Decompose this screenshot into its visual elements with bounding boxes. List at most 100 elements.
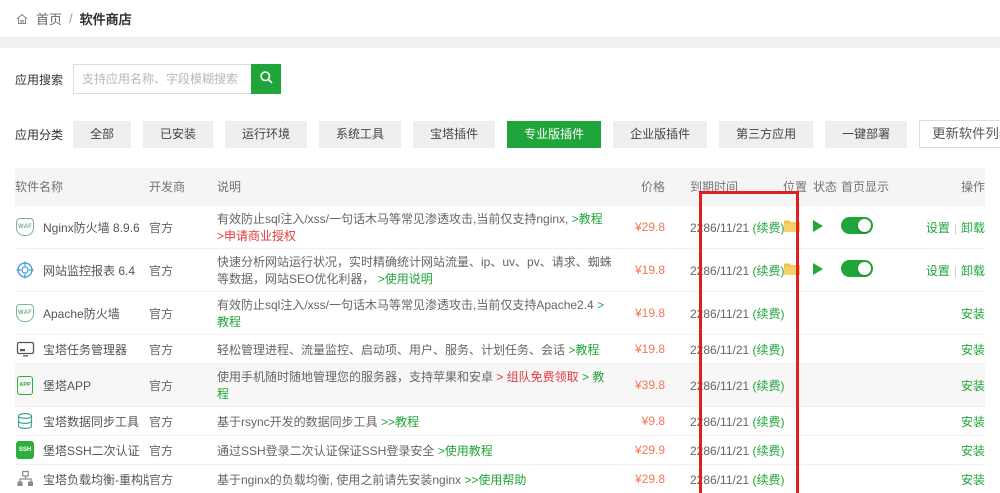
install-link[interactable]: 安装	[961, 379, 985, 393]
expire-date-cell: 2286/11/21 (续费)	[673, 292, 783, 335]
search-label: 应用搜索	[15, 71, 73, 88]
software-name: 宝塔数据同步工具	[43, 413, 139, 430]
description-text: 有效防止sql注入/xss/一句话木马等常见渗透攻击,当前仅支持Apache2.…	[217, 298, 597, 312]
install-link[interactable]: 安装	[961, 415, 985, 429]
software-name: 宝塔负载均衡-重构版	[43, 471, 149, 488]
category-button-2[interactable]: 运行环境	[225, 121, 307, 148]
breadcrumb-separator: /	[69, 11, 73, 26]
install-link[interactable]: 安装	[961, 307, 985, 321]
header-location: 位置	[783, 168, 813, 206]
description-link[interactable]: > 组队免费领取	[496, 370, 578, 384]
header-action: 操作	[893, 168, 985, 206]
uninstall-link[interactable]: 卸载	[961, 221, 985, 235]
mobile-app-icon: APP	[15, 375, 35, 395]
table-row: 宝塔任务管理器官方轻松管理进程、流量监控、启动项、用户、服务、计划任务、会话 >…	[15, 335, 985, 364]
software-name-cell: WAF Apache防火墙	[15, 303, 149, 323]
software-name-cell: 宝塔任务管理器	[15, 339, 149, 359]
header-dev: 开发商	[149, 168, 217, 206]
renew-link[interactable]: (续费)	[753, 415, 785, 429]
category-button-6[interactable]: 企业版插件	[613, 121, 707, 148]
renew-link[interactable]: (续费)	[753, 221, 785, 235]
install-link[interactable]: 安装	[961, 473, 985, 487]
home-icon[interactable]	[15, 12, 29, 26]
description-link[interactable]: >教程	[568, 343, 599, 357]
search-button[interactable]	[251, 64, 281, 94]
expire-date: 2286/11/21	[690, 444, 753, 458]
description-link[interactable]: >>教程	[381, 415, 419, 429]
waf-shield-icon: WAF	[15, 303, 35, 323]
renew-link[interactable]: (续费)	[753, 307, 785, 321]
action-separator: |	[954, 221, 957, 235]
software-name: 宝塔任务管理器	[43, 341, 127, 358]
settings-link[interactable]: 设置	[926, 221, 950, 235]
status-running-icon[interactable]	[813, 263, 823, 275]
description: 有效防止sql注入/xss/一句话木马等常见渗透攻击,当前仅支持nginx, >…	[217, 206, 613, 249]
uninstall-link[interactable]: 卸载	[961, 264, 985, 278]
category-label: 应用分类	[15, 126, 73, 143]
search-input[interactable]	[73, 64, 251, 94]
breadcrumb-home[interactable]: 首页	[36, 9, 62, 28]
category-list: 全部已安装运行环境系统工具宝塔插件专业版插件企业版插件第三方应用一键部署	[73, 121, 919, 148]
homepage-display-toggle[interactable]	[841, 217, 873, 234]
price: ¥29.9	[635, 443, 665, 457]
category-button-0[interactable]: 全部	[73, 121, 131, 148]
description-link[interactable]: >使用教程	[438, 444, 493, 458]
header-desc: 说明	[217, 168, 613, 206]
status-running-icon[interactable]	[813, 220, 823, 232]
table-row: 宝塔负载均衡-重构版官方基于nginx的负载均衡, 使用之前请先安装nginx …	[15, 465, 985, 493]
refresh-software-list-button[interactable]: 更新软件列表	[919, 120, 1000, 148]
category-button-3[interactable]: 系统工具	[319, 121, 401, 148]
table-row: SSH堡塔SSH二次认证官方通过SSH登录二次认证保证SSH登录安全 >使用教程…	[15, 436, 985, 465]
software-name: Nginx防火墙 8.9.6	[43, 219, 140, 236]
description-link[interactable]: >>使用帮助	[464, 473, 526, 487]
developer: 官方	[149, 364, 217, 407]
breadcrumb-current: 软件商店	[80, 9, 132, 28]
install-link[interactable]: 安装	[961, 343, 985, 357]
developer: 官方	[149, 249, 217, 292]
category-button-8[interactable]: 一键部署	[825, 121, 907, 148]
action-cell: 设置 | 卸载	[893, 206, 985, 249]
description-link[interactable]: >申请商业授权	[217, 229, 296, 243]
settings-link[interactable]: 设置	[926, 264, 950, 278]
price: ¥9.8	[642, 414, 665, 428]
search-group	[73, 64, 281, 94]
description-text: 使用手机随时随地管理您的服务器，支持苹果和安卓	[217, 370, 496, 384]
header-expire: 到期时间	[673, 168, 783, 206]
renew-link[interactable]: (续费)	[753, 379, 785, 393]
software-name-cell: 网站监控报表 6.4	[15, 260, 149, 280]
table-row: WAFApache防火墙官方有效防止sql注入/xss/一句话木马等常见渗透攻击…	[15, 292, 985, 335]
renew-link[interactable]: (续费)	[753, 444, 785, 458]
description-text: 基于rsync开发的数据同步工具	[217, 415, 381, 429]
price: ¥19.8	[635, 342, 665, 356]
monitor-report-icon	[15, 260, 35, 280]
category-button-7[interactable]: 第三方应用	[719, 121, 813, 148]
renew-link[interactable]: (续费)	[753, 264, 785, 278]
expire-date: 2286/11/21	[690, 307, 753, 321]
renew-link[interactable]: (续费)	[753, 473, 785, 487]
description-text: 有效防止sql注入/xss/一句话木马等常见渗透攻击,当前仅支持nginx,	[217, 212, 572, 226]
install-link[interactable]: 安装	[961, 444, 985, 458]
expire-date-cell: 2286/11/21 (续费)	[673, 465, 783, 493]
header-price: 价格	[613, 168, 673, 206]
software-name: Apache防火墙	[43, 305, 120, 322]
folder-icon[interactable]	[783, 262, 801, 276]
category-button-4[interactable]: 宝塔插件	[413, 121, 495, 148]
folder-icon[interactable]	[783, 219, 801, 233]
expire-date-cell: 2286/11/21 (续费)	[673, 436, 783, 465]
header-homeshow: 首页显示	[841, 168, 893, 206]
homepage-display-toggle[interactable]	[841, 260, 873, 277]
expire-date: 2286/11/21	[690, 343, 753, 357]
category-button-5[interactable]: 专业版插件	[507, 121, 601, 148]
software-table: 软件名称 开发商 说明 价格 到期时间 位置 状态 首页显示 操作 WAFNgi…	[15, 168, 985, 493]
table-row: 网站监控报表 6.4官方快速分析网站运行状况，实时精确统计网站流量、ip、uv、…	[15, 249, 985, 292]
software-table-wrap: 软件名称 开发商 说明 价格 到期时间 位置 状态 首页显示 操作 WAFNgi…	[0, 168, 1000, 493]
toggle-knob	[858, 262, 871, 275]
description-link[interactable]: >教程	[572, 212, 603, 226]
category-button-1[interactable]: 已安装	[143, 121, 213, 148]
renew-link[interactable]: (续费)	[753, 343, 785, 357]
description-link[interactable]: >使用说明	[378, 272, 433, 286]
software-store-panel: 应用搜索 应用分类 全部已安装运行环境系统工具宝塔插件专业版插件企业版插件第三方…	[0, 48, 1000, 493]
database-sync-icon	[15, 411, 35, 431]
software-name: 网站监控报表 6.4	[43, 262, 135, 279]
category-row: 应用分类 全部已安装运行环境系统工具宝塔插件专业版插件企业版插件第三方应用一键部…	[0, 120, 1000, 148]
